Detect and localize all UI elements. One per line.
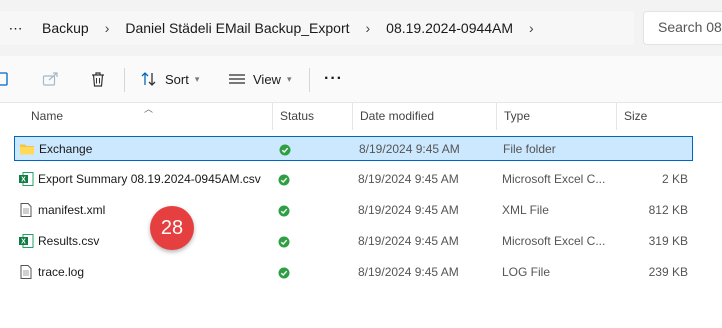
- excel-icon: X: [19, 172, 34, 186]
- file-row-manifest[interactable]: manifest.xml 8/19/2024 9:45 AM XML File …: [14, 198, 693, 223]
- file-name: Export Summary 08.19.2024-0945AM.csv: [38, 172, 261, 186]
- file-date-modified: 8/19/2024 9:45 AM: [358, 203, 459, 217]
- column-header-name[interactable]: Name: [24, 103, 273, 130]
- file-name: trace.log: [38, 265, 85, 279]
- chevron-down-icon: ▾: [286, 73, 292, 84]
- column-header-status[interactable]: Status: [273, 103, 353, 130]
- sync-status-check-icon: [278, 267, 290, 279]
- breadcrumb-item-backup[interactable]: Backup: [32, 20, 99, 36]
- file-date-modified: 8/19/2024 9:45 AM: [358, 172, 459, 186]
- folder-icon: [20, 144, 34, 155]
- file-type: File folder: [503, 142, 556, 156]
- share-button[interactable]: [42, 56, 60, 102]
- trash-icon: [92, 71, 104, 87]
- breadcrumb-item-date-folder[interactable]: 08.19.2024-0944AM: [376, 20, 523, 36]
- rename-button[interactable]: [0, 56, 8, 102]
- view-icon: [229, 74, 245, 84]
- toolbar-divider: [309, 68, 310, 92]
- document-icon: [20, 203, 32, 217]
- sort-label: Sort: [165, 71, 189, 87]
- file-type: Microsoft Excel C...: [502, 234, 606, 248]
- share-icon: [42, 72, 58, 86]
- more-options-button[interactable]: ···: [324, 56, 343, 102]
- file-row-export-summary[interactable]: X Export Summary 08.19.2024-0945AM.csv 8…: [14, 167, 693, 192]
- file-row-results[interactable]: X Results.csv 8/19/2024 9:45 AM Microsof…: [14, 229, 693, 254]
- rename-icon: [0, 72, 8, 86]
- file-date-modified: 8/19/2024 9:45 AM: [359, 142, 460, 156]
- sync-status-check-icon: [278, 174, 290, 186]
- column-header-type[interactable]: Type: [497, 103, 617, 130]
- file-date-modified: 8/19/2024 9:45 AM: [358, 234, 459, 248]
- file-row-trace[interactable]: trace.log 8/19/2024 9:45 AM LOG File 239…: [14, 260, 693, 285]
- file-size: 239 KB: [648, 265, 688, 279]
- chevron-down-icon: ▾: [194, 73, 200, 84]
- file-size: 812 KB: [648, 203, 688, 217]
- breadcrumb-more-button[interactable]: ⋯: [0, 20, 32, 37]
- file-size: 319 KB: [648, 234, 688, 248]
- more-options-icon: ···: [324, 70, 343, 87]
- file-name: manifest.xml: [38, 203, 106, 217]
- excel-icon: X: [19, 234, 34, 248]
- toolbar-divider: [124, 68, 125, 92]
- chevron-right-icon[interactable]: ›: [523, 20, 540, 36]
- view-button[interactable]: View ▾: [228, 56, 291, 102]
- breadcrumb: ⋯ Backup › Daniel Städeli EMail Backup_E…: [0, 11, 634, 45]
- svg-text:X: X: [21, 239, 26, 246]
- column-header-row: ︿ Name Status Date modified Type Size: [0, 103, 722, 130]
- file-name: Results.csv: [38, 234, 100, 248]
- file-row-exchange[interactable]: Exchange 8/19/2024 9:45 AM File folder: [14, 136, 693, 161]
- column-header-date-modified[interactable]: Date modified: [353, 103, 497, 130]
- sort-icon: [141, 72, 156, 86]
- file-type: Microsoft Excel C...: [502, 172, 606, 186]
- sort-button[interactable]: Sort ▾: [140, 56, 199, 102]
- command-bar: Sort ▾ View ▾ ···: [0, 56, 722, 103]
- file-name: Exchange: [39, 142, 93, 156]
- sync-status-check-icon: [278, 236, 290, 248]
- delete-button[interactable]: [90, 56, 106, 102]
- address-bar: ⋯ Backup › Daniel Städeli EMail Backup_E…: [0, 0, 722, 56]
- step-number-badge: 28: [150, 206, 194, 250]
- file-size: 2 KB: [661, 172, 688, 186]
- column-header-size[interactable]: Size: [617, 103, 707, 130]
- chevron-right-icon[interactable]: ›: [99, 20, 116, 36]
- svg-text:X: X: [21, 177, 26, 184]
- file-type: XML File: [502, 203, 549, 217]
- view-label: View: [253, 71, 281, 87]
- file-date-modified: 8/19/2024 9:45 AM: [358, 265, 459, 279]
- sync-status-check-icon: [279, 144, 291, 156]
- search-input[interactable]: Search 08.: [643, 11, 722, 45]
- sync-status-check-icon: [278, 205, 290, 217]
- breadcrumb-item-export-folder[interactable]: Daniel Städeli EMail Backup_Export: [115, 20, 359, 36]
- document-icon: [20, 265, 32, 279]
- file-type: LOG File: [502, 265, 551, 279]
- chevron-right-icon[interactable]: ›: [360, 20, 377, 36]
